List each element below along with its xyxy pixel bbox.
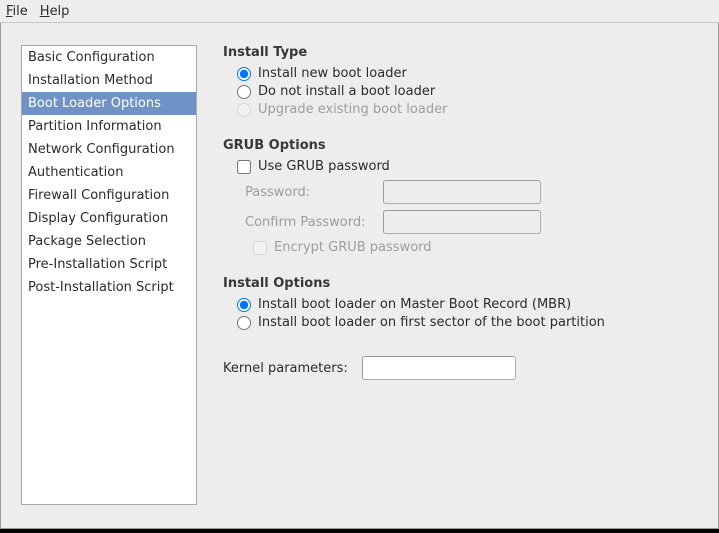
sidebar-item-partition-information[interactable]: Partition Information (22, 115, 196, 138)
sidebar-item-network-configuration[interactable]: Network Configuration (22, 138, 196, 161)
radio-upgrade-label: Upgrade existing boot loader (258, 102, 447, 117)
install-type-title: Install Type (223, 45, 702, 60)
radio-upgrade (237, 103, 251, 117)
row-mbr: Install boot loader on Master Boot Recor… (237, 297, 702, 312)
sidebar-item-boot-loader-options[interactable]: Boot Loader Options (22, 92, 196, 115)
radio-do-not-install-label: Do not install a boot loader (258, 84, 435, 99)
row-install-new: Install new boot loader (237, 66, 702, 81)
radio-do-not-install[interactable] (237, 85, 251, 99)
sidebar-item-basic-configuration[interactable]: Basic Configuration (22, 46, 196, 69)
sidebar-item-installation-method[interactable]: Installation Method (22, 69, 196, 92)
sidebar-item-post-installation-script[interactable]: Post-Installation Script (22, 276, 196, 299)
row-first-sector: Install boot loader on first sector of t… (237, 315, 702, 330)
page-list: Basic Configuration Installation Method … (21, 45, 197, 505)
install-options-title: Install Options (223, 276, 702, 291)
check-use-grub-password-label: Use GRUB password (258, 159, 390, 174)
password-input (383, 180, 541, 204)
sidebar-item-package-selection[interactable]: Package Selection (22, 230, 196, 253)
menubar: File Help (0, 0, 719, 23)
password-label: Password: (245, 185, 373, 200)
menu-help[interactable]: Help (40, 4, 70, 19)
row-encrypt-grub: Encrypt GRUB password (253, 240, 702, 255)
sidebar-item-authentication[interactable]: Authentication (22, 161, 196, 184)
sidebar-item-display-configuration[interactable]: Display Configuration (22, 207, 196, 230)
main-panel: Basic Configuration Installation Method … (0, 23, 719, 529)
kernel-params-input[interactable] (362, 356, 516, 380)
radio-install-new[interactable] (237, 67, 251, 81)
form-area: Install Type Install new boot loader Do … (223, 45, 702, 520)
radio-first-sector-label: Install boot loader on first sector of t… (258, 315, 605, 330)
row-kernel-params: Kernel parameters: (223, 356, 702, 380)
menu-file[interactable]: File (6, 4, 28, 19)
grub-options-title: GRUB Options (223, 138, 702, 153)
kernel-params-label: Kernel parameters: (223, 361, 348, 376)
row-upgrade: Upgrade existing boot loader (237, 102, 702, 117)
sidebar-item-firewall-configuration[interactable]: Firewall Configuration (22, 184, 196, 207)
check-use-grub-password[interactable] (237, 160, 251, 174)
radio-mbr[interactable] (237, 298, 251, 312)
radio-mbr-label: Install boot loader on Master Boot Recor… (258, 297, 571, 312)
radio-first-sector[interactable] (237, 316, 251, 330)
check-encrypt-grub-password-label: Encrypt GRUB password (274, 240, 432, 255)
check-encrypt-grub-password (253, 241, 267, 255)
confirm-password-input (383, 210, 541, 234)
row-use-grub-pw: Use GRUB password (237, 159, 702, 174)
sidebar-item-pre-installation-script[interactable]: Pre-Installation Script (22, 253, 196, 276)
row-password: Password: (245, 180, 702, 204)
confirm-password-label: Confirm Password: (245, 215, 373, 230)
row-confirm-password: Confirm Password: (245, 210, 702, 234)
radio-install-new-label: Install new boot loader (258, 66, 407, 81)
row-do-not-install: Do not install a boot loader (237, 84, 702, 99)
